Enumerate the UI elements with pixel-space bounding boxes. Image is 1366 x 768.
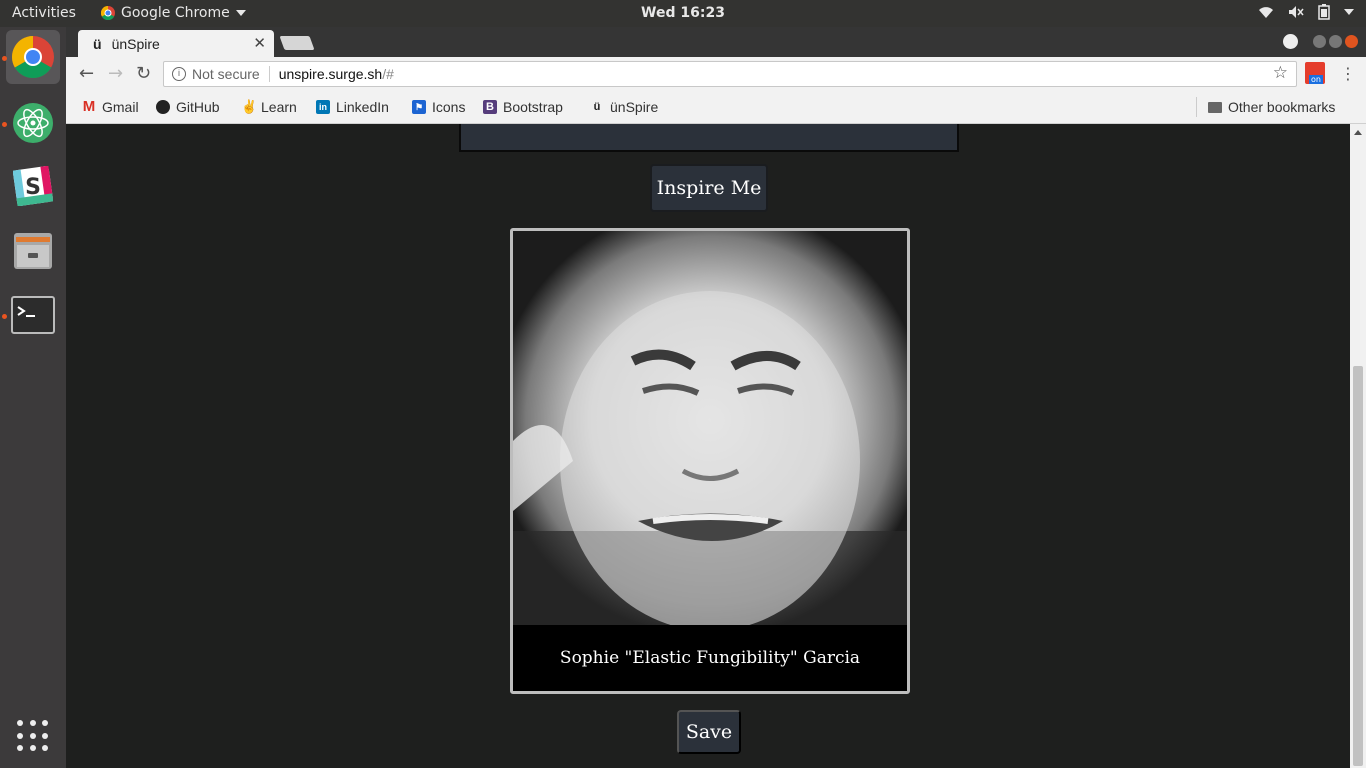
- info-icon[interactable]: i: [172, 67, 186, 81]
- bookmark-label: ünSpire: [610, 99, 659, 115]
- new-tab-button[interactable]: [279, 36, 315, 50]
- dock-chrome[interactable]: [6, 30, 60, 84]
- bookmark-icons[interactable]: ⚑ Icons: [412, 99, 465, 115]
- dock-slack[interactable]: S: [6, 159, 60, 213]
- linkedin-icon: in: [316, 100, 330, 114]
- address-bar[interactable]: i Not secure unspire.surge.sh/# ☆: [163, 61, 1297, 87]
- portrait-image: [513, 231, 907, 625]
- profile-card: Sophie "Elastic Fungibility" Garcia: [510, 228, 910, 694]
- bookmark-bootstrap[interactable]: B Bootstrap: [483, 99, 563, 115]
- url-text[interactable]: unspire.surge.sh/#: [279, 66, 394, 82]
- bookmarks-bar: M Gmail GitHub ✌ Learn in LinkedIn ⚑ Ico…: [66, 91, 1366, 124]
- extension-badge: on: [1309, 75, 1323, 84]
- bookmark-star-icon[interactable]: ☆: [1273, 63, 1288, 83]
- bookmark-linkedin[interactable]: in LinkedIn: [316, 99, 389, 115]
- unspire-icon: ü: [593, 101, 601, 113]
- close-tab-icon[interactable]: ✕: [253, 34, 266, 52]
- scrollbar-thumb[interactable]: [1353, 366, 1363, 766]
- show-applications-icon[interactable]: [17, 720, 49, 752]
- browser-window: ü ünSpire ✕ ← → ↻ i Not secure unspire.s…: [66, 27, 1366, 768]
- gmail-icon: M: [82, 98, 96, 115]
- page-scrollbar[interactable]: [1350, 124, 1366, 768]
- atom-icon: [13, 103, 53, 143]
- url-host: unspire.surge.sh: [278, 66, 383, 82]
- other-bookmarks-label: Other bookmarks: [1228, 99, 1336, 115]
- dock-files[interactable]: [6, 223, 60, 277]
- tab-unspire[interactable]: ü ünSpire ✕: [78, 30, 274, 57]
- bookmark-learn[interactable]: ✌ Learn: [241, 99, 297, 115]
- battery-icon: [1318, 4, 1330, 20]
- url-path: /#: [382, 66, 394, 82]
- dock-terminal[interactable]: [6, 288, 60, 342]
- reload-icon[interactable]: ↻: [136, 63, 151, 84]
- volume-muted-icon: [1289, 6, 1304, 18]
- bookmark-unspire[interactable]: ü ünSpire: [590, 99, 659, 115]
- scroll-up-arrow-icon[interactable]: [1354, 130, 1362, 135]
- portrait-photo: [513, 231, 907, 625]
- bookmark-github[interactable]: GitHub: [156, 99, 220, 115]
- dock-running-indicator: [2, 56, 7, 61]
- clock[interactable]: Wed 16:23: [0, 5, 1366, 21]
- bookmark-label: GitHub: [176, 99, 220, 115]
- dock-running-indicator: [2, 122, 7, 127]
- window-controls: [1283, 34, 1358, 49]
- dock-atom[interactable]: [6, 96, 60, 150]
- maximize-icon[interactable]: [1329, 35, 1342, 48]
- back-arrow-icon[interactable]: ←: [79, 63, 94, 84]
- inspire-me-button[interactable]: Inspire Me: [650, 164, 768, 212]
- slack-icon: S: [13, 166, 53, 206]
- system-tray[interactable]: [1258, 4, 1354, 20]
- system-top-bar: Activities Google Chrome Wed 16:23: [0, 0, 1366, 27]
- folder-icon: [1208, 101, 1222, 113]
- browser-toolbar: ← → ↻ i Not secure unspire.surge.sh/# ☆ …: [66, 57, 1366, 91]
- dock-running-indicator: [2, 314, 7, 319]
- bookmark-label: Learn: [261, 99, 297, 115]
- not-secure-label[interactable]: Not secure: [192, 66, 270, 82]
- page-viewport: Inspire Me Sophie "Elastic Fungibility" …: [66, 124, 1350, 768]
- dock: S: [0, 27, 66, 768]
- minimize-icon[interactable]: [1313, 35, 1326, 48]
- quote-panel: [459, 124, 959, 152]
- learn-icon: ✌: [241, 99, 258, 114]
- tab-strip: ü ünSpire ✕: [66, 27, 1366, 57]
- system-menu-chevron-icon: [1344, 9, 1354, 15]
- person-name-caption: Sophie "Elastic Fungibility" Garcia: [513, 625, 907, 691]
- forward-arrow-icon[interactable]: →: [108, 63, 123, 84]
- chrome-icon: [11, 35, 54, 79]
- bookmarks-divider: [1196, 97, 1197, 117]
- tab-title: ünSpire: [111, 35, 160, 52]
- save-button[interactable]: Save: [677, 710, 741, 754]
- tab-favicon: ü: [93, 35, 102, 52]
- kebab-menu-icon[interactable]: ⋮: [1340, 64, 1356, 83]
- bookmark-label: Icons: [432, 99, 466, 115]
- bookmark-gmail[interactable]: M Gmail: [82, 99, 139, 115]
- svg-text:S: S: [25, 175, 41, 200]
- extension-icon[interactable]: on: [1305, 62, 1325, 84]
- bootstrap-icon: B: [483, 100, 497, 114]
- other-bookmarks[interactable]: Other bookmarks: [1208, 99, 1335, 115]
- profile-icon[interactable]: [1283, 34, 1298, 49]
- bookmark-label: Gmail: [102, 99, 139, 115]
- flag-icon: ⚑: [412, 100, 426, 114]
- bookmark-label: LinkedIn: [336, 99, 389, 115]
- bookmark-label: Bootstrap: [503, 99, 563, 115]
- github-icon: [156, 100, 170, 114]
- terminal-icon: [11, 296, 55, 334]
- file-cabinet-icon: [14, 233, 52, 269]
- close-window-icon[interactable]: [1345, 35, 1358, 48]
- wifi-icon: [1259, 7, 1273, 18]
